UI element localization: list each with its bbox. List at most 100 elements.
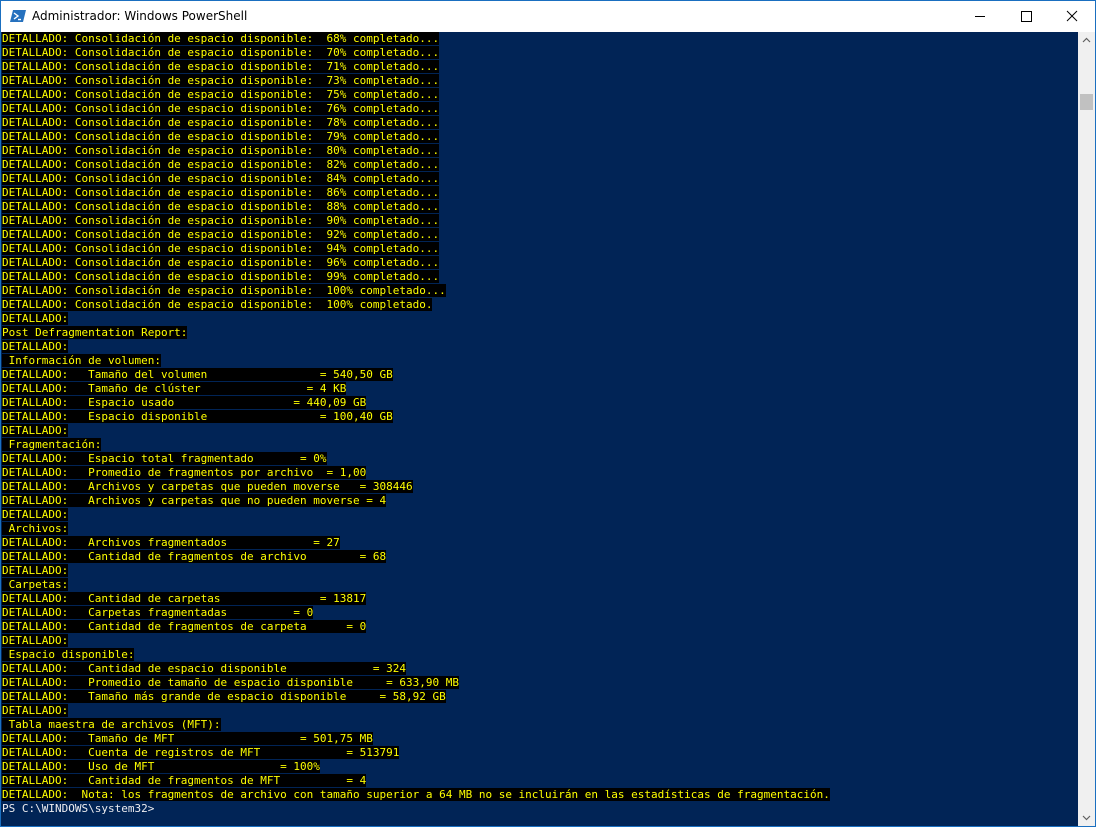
console-line-text: DETALLADO: Consolidación de espacio disp… [2,228,440,241]
console-line-text: DETALLADO: [2,424,69,437]
console-output[interactable]: DETALLADO: Consolidación de espacio disp… [1,32,1078,826]
console-line: DETALLADO: Consolidación de espacio disp… [2,200,440,214]
console-line: DETALLADO: Archivos y carpetas que no pu… [2,494,387,508]
console-line: DETALLADO: Espacio total fragmentado = 0… [2,452,327,466]
minimize-button[interactable] [957,1,1003,32]
console-line: Carpetas: [2,578,69,592]
console-line: DETALLADO: Consolidación de espacio disp… [2,88,440,102]
console-line-text: DETALLADO: Carpetas fragmentadas = 0 [2,606,314,619]
console-line-text: DETALLADO: Consolidación de espacio disp… [2,158,440,171]
chevron-up-icon [1082,37,1091,43]
console-line-text: DETALLADO: Consolidación de espacio disp… [2,46,440,59]
console-line: DETALLADO: Consolidación de espacio disp… [2,242,440,256]
scroll-up-button[interactable] [1078,32,1095,49]
console-line-text: DETALLADO: Espacio total fragmentado = 0… [2,452,327,465]
console-line-text: DETALLADO: Cuenta de registros de MFT = … [2,746,400,759]
console-line: Post Defragmentation Report: [2,326,188,340]
console-line-text: DETALLADO: Consolidación de espacio disp… [2,242,440,255]
console-line-text: DETALLADO: Consolidación de espacio disp… [2,102,440,115]
close-icon [1066,10,1078,22]
console-line-text: Espacio disponible: [2,648,135,661]
console-line: DETALLADO: Consolidación de espacio disp… [2,172,440,186]
console-line: DETALLADO: Consolidación de espacio disp… [2,144,440,158]
console-line-text: DETALLADO: Espacio usado = 440,09 GB [2,396,367,409]
console-line: DETALLADO: Cantidad de carpetas = 13817 [2,592,367,606]
console-line: DETALLADO: [2,508,69,522]
minimize-icon [975,16,985,17]
console-line-text: DETALLADO: Archivos fragmentados = 27 [2,536,340,549]
console-line-text: DETALLADO: Consolidación de espacio disp… [2,74,440,87]
console-line-text: DETALLADO: Consolidación de espacio disp… [2,172,440,185]
console-line: Tabla maestra de archivos (MFT): [2,718,221,732]
console-line: DETALLADO: Espacio usado = 440,09 GB [2,396,367,410]
console-line: DETALLADO: Consolidación de espacio disp… [2,214,440,228]
console-line-text: Fragmentación: [2,438,102,451]
console-line: DETALLADO: Consolidación de espacio disp… [2,102,440,116]
console-line: Archivos: [2,522,69,536]
console-line: DETALLADO: Tamaño del volumen = 540,50 G… [2,368,393,382]
console-line-text: DETALLADO: Consolidación de espacio disp… [2,116,440,129]
console-line: DETALLADO: Cantidad de espacio disponibl… [2,662,406,676]
console-line: DETALLADO: Consolidación de espacio disp… [2,60,440,74]
window-title: Administrador: Windows PowerShell [32,9,248,23]
console-line-text: DETALLADO: [2,340,69,353]
console-line: DETALLADO: [2,312,69,326]
command-prompt[interactable]: PS C:\WINDOWS\system32> [2,802,154,816]
console-line-text: DETALLADO: Cantidad de fragmentos de car… [2,620,367,633]
console-line: DETALLADO: Cantidad de fragmentos de arc… [2,550,387,564]
console-line-text: DETALLADO: Archivos y carpetas que puede… [2,480,413,493]
console-line: DETALLADO: Promedio de fragmentos por ar… [2,466,367,480]
console-line: DETALLADO: [2,424,69,438]
console-line-text: Tabla maestra de archivos (MFT): [2,718,221,731]
console-line: DETALLADO: Consolidación de espacio disp… [2,158,440,172]
console-line: DETALLADO: Consolidación de espacio disp… [2,32,440,46]
console-line-text: Post Defragmentation Report: [2,326,188,339]
console-line-text: DETALLADO: Consolidación de espacio disp… [2,298,433,311]
console-line-text: DETALLADO: Tamaño más grande de espacio … [2,690,446,703]
powershell-icon [10,8,26,24]
console-line-text: DETALLADO: Consolidación de espacio disp… [2,256,440,269]
console-line-text: Archivos: [2,522,69,535]
scroll-down-button[interactable] [1078,809,1095,826]
console-line: DETALLADO: Tamaño más grande de espacio … [2,690,446,704]
console-line-text: DETALLADO: Cantidad de fragmentos de MFT… [2,774,367,787]
console-line-text: DETALLADO: [2,508,69,521]
console-line-text: DETALLADO: Tamaño de clúster = 4 KB [2,382,347,395]
console-line-text: DETALLADO: Promedio de tamaño de espacio… [2,676,459,689]
vertical-scrollbar[interactable] [1078,32,1095,826]
maximize-button[interactable] [1003,1,1049,32]
console-line: DETALLADO: Cantidad de fragmentos de car… [2,620,367,634]
console-line-text: DETALLADO: Consolidación de espacio disp… [2,200,440,213]
console-line: DETALLADO: Cantidad de fragmentos de MFT… [2,774,367,788]
console-line-text: Carpetas: [2,578,69,591]
console-line: DETALLADO: Tamaño de MFT = 501,75 MB [2,732,373,746]
console-line-text: DETALLADO: Consolidación de espacio disp… [2,144,440,157]
console-line: Fragmentación: [2,438,102,452]
console-line-text: DETALLADO: Consolidación de espacio disp… [2,186,440,199]
console-line: DETALLADO: Consolidación de espacio disp… [2,130,440,144]
close-button[interactable] [1049,1,1095,32]
title-bar[interactable]: Administrador: Windows PowerShell [1,1,1095,32]
console-line: DETALLADO: Consolidación de espacio disp… [2,270,440,284]
powershell-window: Administrador: Windows PowerShell DETALL… [0,0,1096,827]
console-line: DETALLADO: Promedio de tamaño de espacio… [2,676,459,690]
console-line: DETALLADO: [2,634,69,648]
console-line: DETALLADO: Consolidación de espacio disp… [2,186,440,200]
console-line-text: DETALLADO: [2,564,69,577]
console-line-text: DETALLADO: Archivos y carpetas que no pu… [2,494,387,507]
console-line-text: DETALLADO: Tamaño de MFT = 501,75 MB [2,732,373,745]
console-line-text: DETALLADO: [2,634,69,647]
console-line-text: DETALLADO: Consolidación de espacio disp… [2,60,440,73]
console-line: DETALLADO: Consolidación de espacio disp… [2,74,440,88]
scrollbar-thumb[interactable] [1080,94,1093,110]
console-line-text: DETALLADO: Consolidación de espacio disp… [2,130,440,143]
console-line: DETALLADO: Consolidación de espacio disp… [2,46,440,60]
console-line: Información de volumen: [2,354,161,368]
console-line-text: DETALLADO: Nota: los fragmentos de archi… [2,788,830,801]
console-line: DETALLADO: Nota: los fragmentos de archi… [2,788,830,802]
console-line: DETALLADO: Cuenta de registros de MFT = … [2,746,400,760]
console-line: DETALLADO: [2,704,69,718]
console-line: DETALLADO: Uso de MFT = 100% [2,760,320,774]
console-line: DETALLADO: Consolidación de espacio disp… [2,228,440,242]
console-line-text: DETALLADO: Promedio de fragmentos por ar… [2,466,367,479]
